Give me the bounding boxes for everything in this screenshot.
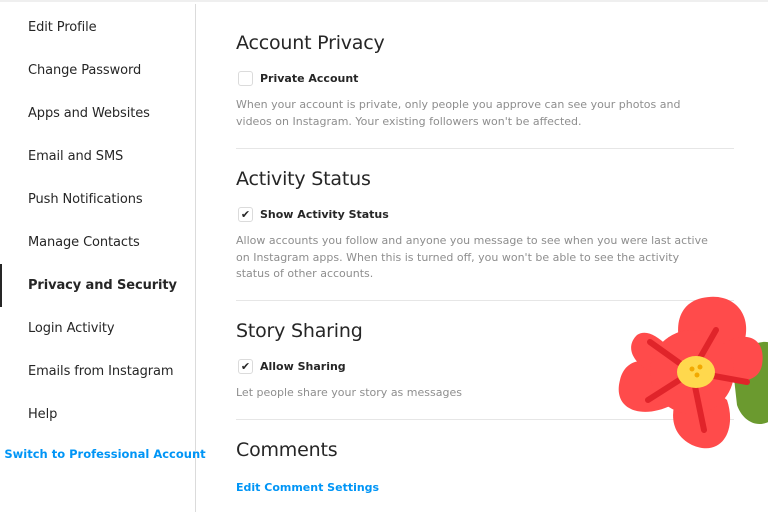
switch-to-professional-link[interactable]: Switch to Professional Account xyxy=(0,444,210,464)
sidebar-item-privacy-and-security[interactable]: Privacy and Security xyxy=(0,264,195,307)
activity-status-heading: Activity Status xyxy=(236,168,371,190)
comments-heading: Comments xyxy=(236,439,338,461)
sidebar-item-emails-from-instagram[interactable]: Emails from Instagram xyxy=(0,350,195,393)
activity-status-description: Allow accounts you follow and anyone you… xyxy=(236,234,708,280)
edit-comment-settings-link[interactable]: Edit Comment Settings xyxy=(236,481,379,494)
sidebar-item-label: Manage Contacts xyxy=(28,235,140,250)
sidebar-item-label: Privacy and Security xyxy=(28,278,177,293)
checkmark-icon[interactable]: ✔ xyxy=(238,359,253,374)
show-activity-status-checkbox[interactable]: ✔ Show Activity Status xyxy=(236,207,389,222)
sidebar-item-edit-profile[interactable]: Edit Profile xyxy=(0,6,195,49)
allow-sharing-checkbox[interactable]: ✔ Allow Sharing xyxy=(236,359,346,374)
sidebar-item-change-password[interactable]: Change Password xyxy=(0,49,195,92)
flower-sticker-icon xyxy=(618,296,768,449)
checkbox-unchecked-icon[interactable] xyxy=(238,71,253,86)
sidebar-item-push-notifications[interactable]: Push Notifications xyxy=(0,178,195,221)
sidebar-item-help[interactable]: Help xyxy=(0,393,195,436)
story-sharing-heading: Story Sharing xyxy=(236,320,363,342)
flower-center xyxy=(677,356,715,388)
section-divider xyxy=(236,148,734,149)
sidebar-item-email-and-sms[interactable]: Email and SMS xyxy=(0,135,195,178)
checkmark-icon[interactable]: ✔ xyxy=(238,207,253,222)
sidebar-item-label: Email and SMS xyxy=(28,149,124,164)
account-privacy-description: When your account is private, only peopl… xyxy=(236,98,681,128)
sidebar-item-label: Push Notifications xyxy=(28,192,143,207)
private-account-checkbox[interactable]: Private Account xyxy=(236,71,358,86)
sidebar-item-label: Edit Profile xyxy=(28,20,97,35)
sidebar-item-label: Login Activity xyxy=(28,321,115,336)
sidebar-item-label: Apps and Websites xyxy=(28,106,150,121)
private-account-label: Private Account xyxy=(260,72,359,85)
sidebar-item-login-activity[interactable]: Login Activity xyxy=(0,307,195,350)
sidebar-item-manage-contacts[interactable]: Manage Contacts xyxy=(0,221,195,264)
sidebar-item-label: Change Password xyxy=(28,63,142,78)
settings-page: Edit Profile Change Password Apps and We… xyxy=(0,0,768,512)
sidebar-item-label: Help xyxy=(28,407,58,422)
settings-sidebar: Edit Profile Change Password Apps and We… xyxy=(0,4,206,512)
sidebar-item-apps-and-websites[interactable]: Apps and Websites xyxy=(0,92,195,135)
account-privacy-heading: Account Privacy xyxy=(236,32,385,54)
allow-sharing-label: Allow Sharing xyxy=(260,360,346,373)
sidebar-item-label: Emails from Instagram xyxy=(28,364,174,379)
show-activity-status-label: Show Activity Status xyxy=(260,208,389,221)
